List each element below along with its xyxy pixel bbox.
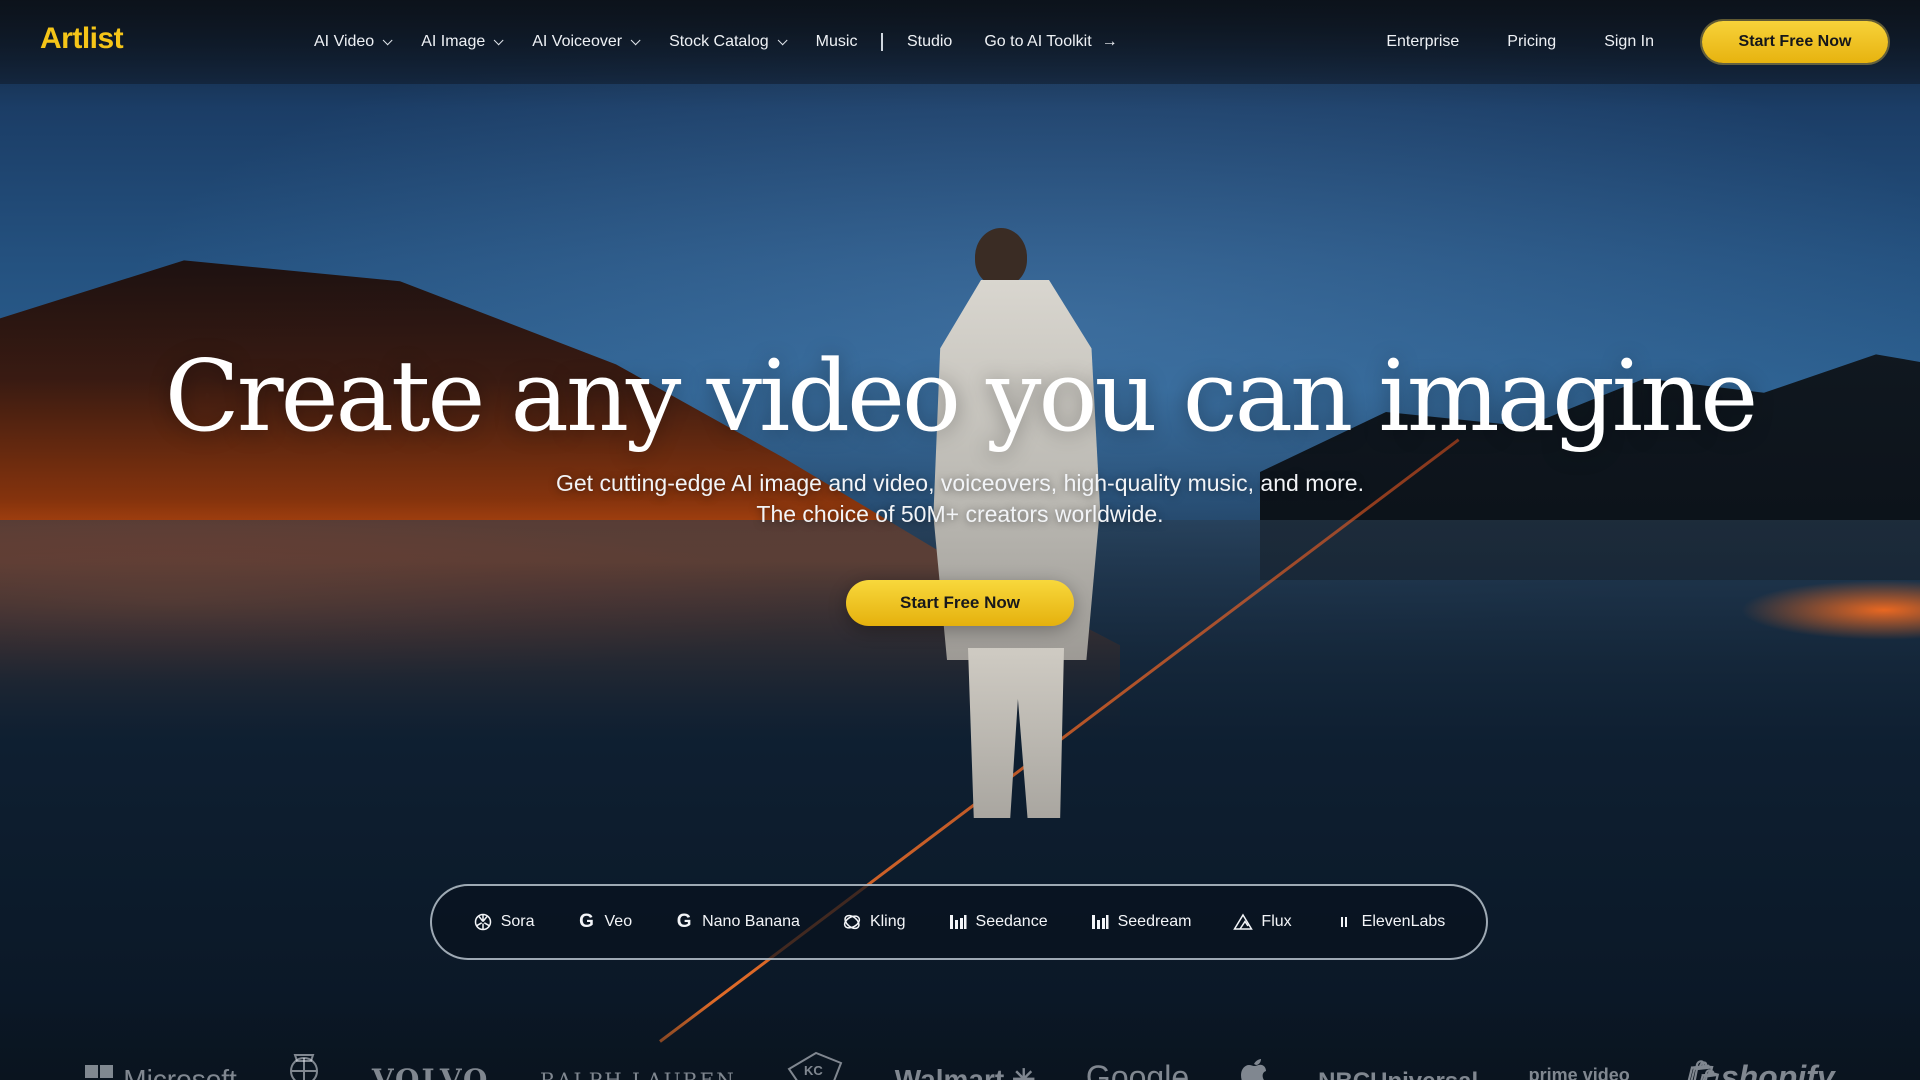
real-madrid-crest-icon — [287, 1045, 321, 1080]
kc-chiefs-icon: KC — [786, 1049, 844, 1080]
bars-icon — [1090, 912, 1110, 932]
triangle-icon — [1233, 912, 1254, 932]
prime-video-logo: prime video — [1528, 1065, 1630, 1080]
nav-studio[interactable]: Studio — [907, 33, 952, 51]
hero-headline: Create any video you can imagine — [164, 340, 1759, 454]
microsoft-icon — [85, 1065, 114, 1080]
model-nano-banana[interactable]: G Nano Banana — [674, 911, 800, 932]
nav-ai-voiceover[interactable]: AI Voiceover — [532, 33, 641, 51]
nav-stock-catalog[interactable]: Stock Catalog — [669, 33, 788, 51]
nav-music[interactable]: Music — [816, 33, 858, 51]
start-free-now-button[interactable]: Start Free Now — [1702, 21, 1888, 63]
kling-icon — [842, 912, 862, 932]
nav-divider — [881, 33, 883, 51]
main-nav: AI Video AI Image AI Voiceover Stock Cat… — [314, 0, 1150, 84]
chevron-down-icon — [493, 34, 504, 45]
chevron-down-icon — [630, 34, 641, 45]
walking-figure — [930, 228, 1100, 828]
microsoft-logo: Microsoft — [85, 1064, 237, 1080]
orange-glow-right — [1740, 580, 1920, 640]
model-sora[interactable]: Sora — [473, 912, 535, 932]
nav-right: Enterprise Pricing Sign In Start Free No… — [1386, 0, 1888, 84]
google-icon: G — [579, 911, 594, 932]
nbcuniversal-logo: NBCUniversal — [1318, 1068, 1478, 1080]
nav-enterprise[interactable]: Enterprise — [1386, 33, 1459, 51]
model-flux[interactable]: Flux — [1233, 912, 1292, 932]
nav-ai-video[interactable]: AI Video — [314, 33, 393, 51]
model-seedance[interactable]: Seedance — [948, 912, 1048, 932]
google-logo: Google — [1085, 1059, 1190, 1080]
volvo-logo: VOLVO — [371, 1063, 490, 1080]
hero-subline: Get cutting-edge AI image and video, voi… — [556, 470, 1364, 496]
customer-logos-strip: Microsoft VOLVO RALPH LAUREN KC Walmart … — [0, 1026, 1920, 1080]
model-elevenlabs[interactable]: ElevenLabs — [1334, 912, 1445, 932]
chevron-down-icon — [382, 34, 393, 45]
chevron-down-icon — [777, 34, 788, 45]
model-seedream[interactable]: Seedream — [1090, 912, 1191, 932]
svg-text:KC: KC — [804, 1063, 823, 1078]
sign-in-link[interactable]: Sign In — [1604, 33, 1654, 51]
apple-icon — [1240, 1055, 1268, 1080]
model-kling[interactable]: Kling — [842, 912, 906, 932]
nav-ai-toolkit[interactable]: Go to AI Toolkit → — [984, 33, 1117, 51]
artlist-logo[interactable]: Artlist — [40, 22, 124, 56]
ai-models-bar: Sora G Veo G Nano Banana Kling Seedance … — [430, 884, 1488, 960]
google-icon: G — [676, 911, 692, 932]
shopify-bag-icon: 🛍 — [1680, 1059, 1721, 1080]
hero-subline-2: The choice of 50M+ creators worldwide. — [756, 501, 1164, 527]
nav-pricing[interactable]: Pricing — [1507, 33, 1556, 51]
model-veo[interactable]: G Veo — [577, 911, 632, 932]
ralph-lauren-logo: RALPH LAUREN — [539, 1068, 736, 1080]
arrow-right-icon: → — [1101, 33, 1118, 50]
pause-bars-icon — [1334, 912, 1354, 932]
top-navigation: Artlist AI Video AI Image AI Voiceover S… — [0, 0, 1920, 84]
bars-icon — [948, 912, 968, 932]
nav-ai-image[interactable]: AI Image — [421, 33, 504, 51]
shopify-logo: 🛍shopify — [1680, 1058, 1834, 1080]
hero-start-free-now-button[interactable]: Start Free Now — [846, 580, 1074, 626]
openai-icon — [473, 912, 493, 932]
walmart-logo: Walmart ✳ — [895, 1063, 1036, 1080]
walmart-spark-icon: ✳ — [1004, 1064, 1036, 1080]
